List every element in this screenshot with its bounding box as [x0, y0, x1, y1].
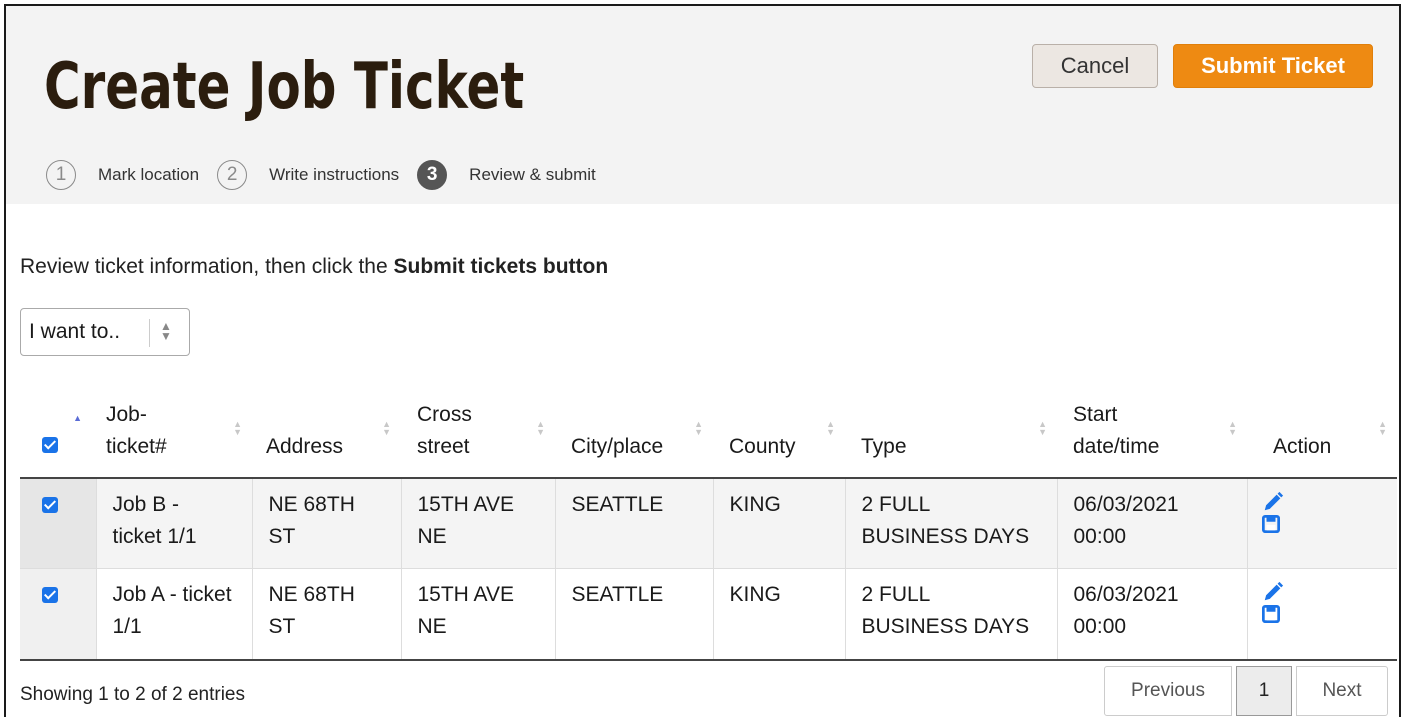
cross-street-cell: 15TH AVE NE	[401, 478, 556, 568]
sort-icon[interactable]: ▲ ▼	[536, 420, 545, 437]
address-cell: NE 68TH ST	[252, 568, 402, 660]
instructions-emphasis: Submit tickets button	[393, 255, 609, 278]
step-1-circle: 1	[46, 160, 76, 190]
row-checkbox[interactable]	[42, 497, 58, 513]
tickets-table: ▲ Job- ticket# ▲ ▼ Address ▲ ▼ Cross street ▲…	[20, 390, 1397, 661]
sort-icon[interactable]: ▲ ▼	[826, 420, 835, 437]
save-icon[interactable]	[1261, 515, 1280, 533]
cancel-button[interactable]: Cancel	[1032, 44, 1158, 88]
select-divider	[149, 319, 150, 347]
sort-icon[interactable]: ▲ ▼	[1378, 420, 1387, 437]
row-select-cell[interactable]	[20, 568, 97, 660]
table-row: Job B - ticket 1/1 NE 68TH ST 15TH AVE N…	[20, 478, 1397, 568]
row-checkbox[interactable]	[42, 586, 58, 603]
address-cell: NE 68TH ST	[252, 478, 402, 568]
action-select-value: I want to..	[29, 320, 121, 343]
select-all-checkbox[interactable]	[42, 437, 58, 453]
col-cross-street[interactable]: Cross street ▲ ▼	[401, 390, 555, 479]
col-label: City/place	[571, 435, 664, 458]
pencil-icon[interactable]	[1262, 491, 1284, 513]
step-1-label: Mark location	[98, 165, 200, 184]
next-page-button[interactable]: Next	[1296, 666, 1388, 716]
table-row: Job A - ticket 1/1 NE 68TH ST 15TH AVE N…	[20, 568, 1397, 660]
col-county[interactable]: County ▲ ▼	[713, 390, 845, 479]
step-2-circle: 2	[217, 160, 248, 190]
sort-icon[interactable]: ▲ ▼	[233, 420, 242, 437]
city-cell: SEATTLE	[555, 568, 714, 660]
instructions-prefix: Review ticket information, then click th…	[20, 255, 394, 278]
pencil-icon[interactable]	[1262, 581, 1284, 603]
page-frame: Create Job Ticket Cancel Submit Ticket 1…	[4, 4, 1401, 717]
step-3-circle: 3	[417, 160, 448, 190]
col-label: Address	[266, 435, 344, 458]
previous-page-button[interactable]: Previous	[1104, 666, 1232, 716]
type-cell: 2 FULL BUSINESS DAYS	[845, 478, 1058, 568]
col-start[interactable]: Start date/time ▲ ▼	[1057, 390, 1247, 479]
job-ticket-cell: Job B - ticket 1/1	[96, 478, 253, 568]
sort-icon[interactable]: ▲ ▼	[694, 420, 703, 437]
sort-icon[interactable]: ▲ ▼	[1038, 420, 1047, 437]
submit-ticket-button[interactable]: Submit Ticket	[1173, 44, 1373, 88]
col-label: Action	[1273, 435, 1332, 458]
step-3-label: Review & submit	[469, 165, 596, 184]
action-cell	[1247, 478, 1397, 568]
save-icon[interactable]	[1261, 604, 1280, 623]
cross-street-cell: 15TH AVE NE	[401, 568, 556, 660]
col-label: County	[729, 435, 796, 458]
col-label: Job- ticket#	[106, 403, 167, 458]
sort-icon[interactable]: ▲ ▼	[1228, 420, 1237, 437]
col-job-ticket[interactable]: Job- ticket# ▲ ▼	[96, 390, 252, 479]
col-label: Start date/time	[1073, 403, 1160, 458]
col-label: Cross street	[417, 403, 472, 458]
pagination: Previous 1 Next	[1104, 666, 1388, 716]
step-indicator: 1 Mark location 2 Write instructions 3 R…	[46, 159, 614, 191]
entries-summary: Showing 1 to 2 of 2 entries	[20, 684, 245, 705]
sort-icon[interactable]: ▲ ▼	[382, 420, 391, 437]
page-title: Create Job Ticket	[44, 50, 525, 124]
county-cell: KING	[713, 568, 846, 660]
city-cell: SEATTLE	[555, 478, 714, 568]
select-all-header[interactable]: ▲	[20, 390, 96, 479]
instructions-text: Review ticket information, then click th…	[20, 255, 608, 279]
col-city[interactable]: City/place ▲ ▼	[555, 390, 713, 479]
col-address[interactable]: Address ▲ ▼	[252, 390, 401, 479]
start-cell: 06/03/2021 00:00	[1057, 568, 1248, 660]
start-cell: 06/03/2021 00:00	[1057, 478, 1248, 568]
job-ticket-cell: Job A - ticket 1/1	[96, 568, 253, 660]
page-header: Create Job Ticket Cancel Submit Ticket 1…	[6, 6, 1399, 204]
col-type[interactable]: Type ▲ ▼	[845, 390, 1057, 479]
col-action: Action ▲ ▼	[1247, 390, 1397, 479]
row-select-cell[interactable]	[20, 478, 97, 568]
col-label: Type	[861, 435, 907, 458]
action-select[interactable]: I want to.. ▲ ▼	[20, 308, 190, 356]
select-arrows-icon: ▲ ▼	[160, 319, 172, 343]
step-2-label: Write instructions	[269, 165, 400, 184]
county-cell: KING	[713, 478, 846, 568]
action-cell	[1247, 568, 1397, 660]
table-header-row: ▲ Job- ticket# ▲ ▼ Address ▲ ▼ Cross street ▲…	[20, 390, 1397, 479]
type-cell: 2 FULL BUSINESS DAYS	[845, 568, 1058, 660]
sort-icon[interactable]: ▲	[73, 414, 82, 423]
page-1-button[interactable]: 1	[1236, 666, 1292, 716]
